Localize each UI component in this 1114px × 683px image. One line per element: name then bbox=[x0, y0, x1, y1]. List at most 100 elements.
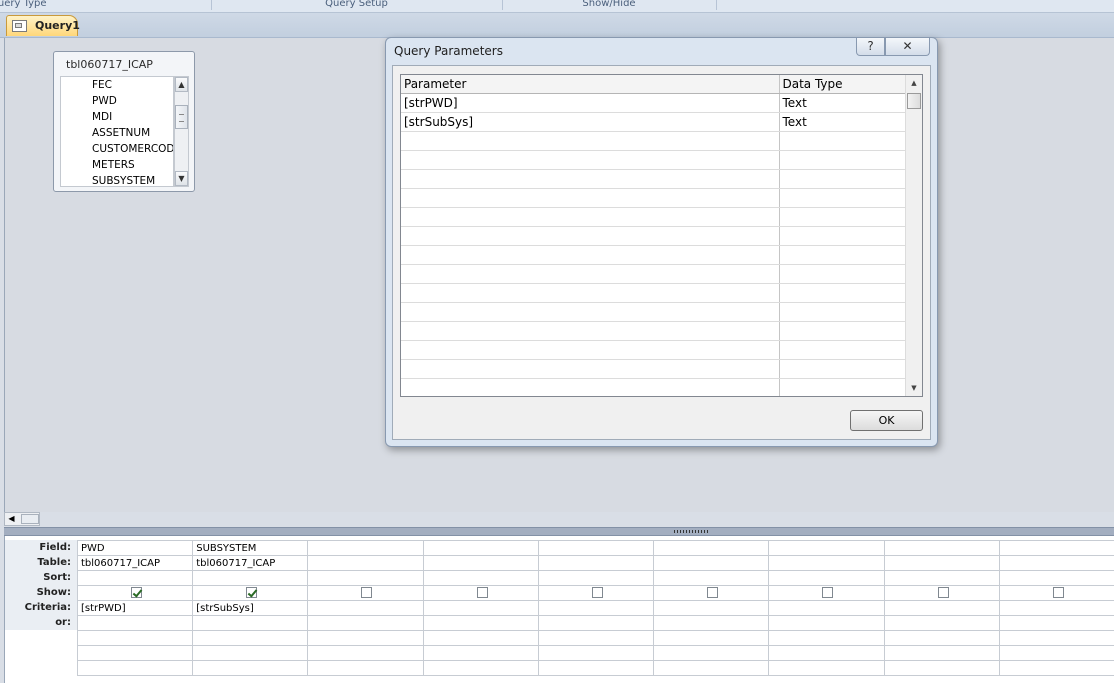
grid-cell-or-extra[interactable] bbox=[537, 660, 655, 676]
grid-cell-field[interactable]: SUBSYSTEM bbox=[192, 540, 309, 556]
column-header-data-type[interactable]: Data Type bbox=[779, 75, 907, 94]
grid-cell-table[interactable] bbox=[653, 555, 770, 571]
grid-cell-sort[interactable] bbox=[422, 570, 539, 586]
grid-cell-or-extra[interactable] bbox=[653, 645, 770, 661]
data-type-cell[interactable] bbox=[779, 150, 907, 170]
grid-cell-or-extra[interactable] bbox=[883, 660, 1000, 676]
grid-cell-or-extra[interactable] bbox=[883, 645, 1000, 661]
parameter-grid-scrollbar[interactable]: ▲ ▼ bbox=[905, 75, 922, 396]
parameter-cell[interactable] bbox=[401, 264, 780, 284]
data-type-cell[interactable] bbox=[779, 359, 907, 379]
grid-cell-sort[interactable] bbox=[768, 570, 885, 586]
data-type-cell[interactable]: Text bbox=[779, 112, 907, 132]
data-type-cell[interactable] bbox=[779, 131, 907, 151]
grid-cell-field[interactable] bbox=[653, 540, 770, 556]
splitter-grip-icon[interactable] bbox=[674, 530, 708, 533]
grid-cell-or-extra[interactable] bbox=[422, 630, 539, 646]
grid-cell-or-extra[interactable] bbox=[422, 645, 539, 661]
show-checkbox[interactable] bbox=[1052, 587, 1064, 599]
parameter-cell[interactable] bbox=[401, 378, 780, 396]
parameter-cell[interactable] bbox=[401, 283, 780, 303]
scroll-up-arrow-icon[interactable]: ▲ bbox=[906, 75, 922, 91]
horizontal-scroll-thumb[interactable] bbox=[21, 514, 39, 524]
grid-cell-show[interactable] bbox=[192, 585, 309, 601]
parameter-cell[interactable] bbox=[401, 359, 780, 379]
field-item[interactable]: ASSETNUM bbox=[61, 125, 173, 141]
grid-cell-or[interactable] bbox=[998, 615, 1114, 631]
grid-cell-table[interactable] bbox=[883, 555, 1000, 571]
grid-cell-or[interactable] bbox=[883, 615, 1000, 631]
tab-query1[interactable]: Query1 bbox=[6, 15, 80, 36]
grid-cell-criteria[interactable] bbox=[653, 600, 770, 616]
grid-cell-table[interactable]: tbl060717_ICAP bbox=[76, 555, 194, 571]
parameter-cell[interactable] bbox=[401, 131, 780, 151]
grid-cell-sort[interactable] bbox=[653, 570, 770, 586]
grid-cell-criteria[interactable] bbox=[883, 600, 1000, 616]
grid-cell-field[interactable] bbox=[883, 540, 1000, 556]
grid-cell-table[interactable] bbox=[768, 555, 885, 571]
grid-cell-or-extra[interactable] bbox=[192, 660, 309, 676]
grid-cell-criteria[interactable] bbox=[998, 600, 1114, 616]
scroll-thumb[interactable] bbox=[175, 105, 188, 129]
parameter-cell[interactable] bbox=[401, 226, 780, 246]
show-checkbox[interactable] bbox=[591, 587, 603, 599]
grid-cell-show[interactable] bbox=[768, 585, 885, 601]
grid-cell-show[interactable] bbox=[307, 585, 424, 601]
data-type-cell[interactable] bbox=[779, 188, 907, 208]
data-type-cell[interactable] bbox=[779, 264, 907, 284]
grid-cell-or-extra[interactable] bbox=[76, 645, 194, 661]
grid-cell-table[interactable]: tbl060717_ICAP bbox=[192, 555, 309, 571]
grid-cell-show[interactable] bbox=[76, 585, 194, 601]
grid-cell-or-extra[interactable] bbox=[768, 630, 885, 646]
grid-cell-sort[interactable] bbox=[883, 570, 1000, 586]
grid-cell-field[interactable] bbox=[768, 540, 885, 556]
scroll-left-arrow-icon[interactable]: ◀ bbox=[5, 513, 18, 525]
table-field-list-window[interactable]: tbl060717_ICAP FEC PWD MDI ASSETNUM CUST… bbox=[53, 51, 195, 192]
grid-cell-or-extra[interactable] bbox=[998, 660, 1114, 676]
grid-cell-criteria[interactable] bbox=[768, 600, 885, 616]
grid-cell-show[interactable] bbox=[537, 585, 655, 601]
parameter-cell[interactable] bbox=[401, 169, 780, 189]
show-checkbox[interactable] bbox=[131, 587, 142, 599]
grid-cell-or-extra[interactable] bbox=[537, 630, 655, 646]
show-checkbox[interactable] bbox=[246, 587, 258, 599]
grid-cell-or-extra[interactable] bbox=[307, 645, 424, 661]
field-item[interactable]: FEC bbox=[61, 77, 173, 93]
show-checkbox[interactable] bbox=[476, 587, 488, 599]
grid-cell-or-extra[interactable] bbox=[422, 660, 539, 676]
parameter-grid[interactable]: Parameter Data Type [strPWD] Text [strSubS… bbox=[400, 74, 923, 397]
grid-cell-or[interactable] bbox=[76, 615, 194, 631]
grid-cell-show[interactable] bbox=[998, 585, 1114, 601]
grid-cell-or-extra[interactable] bbox=[192, 645, 309, 661]
show-checkbox[interactable] bbox=[707, 587, 719, 599]
grid-cell-sort[interactable] bbox=[192, 570, 309, 586]
field-list-scrollbar[interactable]: ▲ ▼ bbox=[174, 76, 189, 187]
grid-cell-show[interactable] bbox=[653, 585, 770, 601]
parameter-cell[interactable]: [strPWD] bbox=[401, 93, 780, 113]
close-button[interactable]: ✕ bbox=[885, 38, 930, 56]
parameter-cell[interactable]: [strSubSys] bbox=[401, 112, 780, 132]
field-item[interactable]: PWD bbox=[61, 93, 173, 109]
parameter-cell[interactable] bbox=[401, 321, 780, 341]
grid-cell-or[interactable] bbox=[653, 615, 770, 631]
parameter-cell[interactable] bbox=[401, 150, 780, 170]
field-item[interactable]: MDI bbox=[61, 109, 173, 125]
grid-cell-or-extra[interactable] bbox=[653, 630, 770, 646]
scroll-down-arrow-icon[interactable]: ▼ bbox=[175, 171, 188, 186]
grid-cell-or[interactable] bbox=[537, 615, 655, 631]
grid-cell-or-extra[interactable] bbox=[998, 630, 1114, 646]
field-list[interactable]: FEC PWD MDI ASSETNUM CUSTOMERCOD METERS … bbox=[60, 76, 174, 187]
data-type-cell[interactable] bbox=[779, 378, 907, 396]
grid-cell-table[interactable] bbox=[998, 555, 1114, 571]
grid-cell-sort[interactable] bbox=[307, 570, 424, 586]
grid-cell-or-extra[interactable] bbox=[768, 645, 885, 661]
grid-cell-criteria[interactable] bbox=[422, 600, 539, 616]
grid-cell-or-extra[interactable] bbox=[76, 630, 194, 646]
grid-cell-show[interactable] bbox=[422, 585, 539, 601]
data-type-cell[interactable] bbox=[779, 226, 907, 246]
grid-cell-or-extra[interactable] bbox=[76, 660, 194, 676]
parameter-cell[interactable] bbox=[401, 340, 780, 360]
grid-cell-field[interactable]: PWD bbox=[76, 540, 194, 556]
grid-cell-criteria[interactable]: [strPWD] bbox=[76, 600, 194, 616]
grid-cell-table[interactable] bbox=[537, 555, 655, 571]
